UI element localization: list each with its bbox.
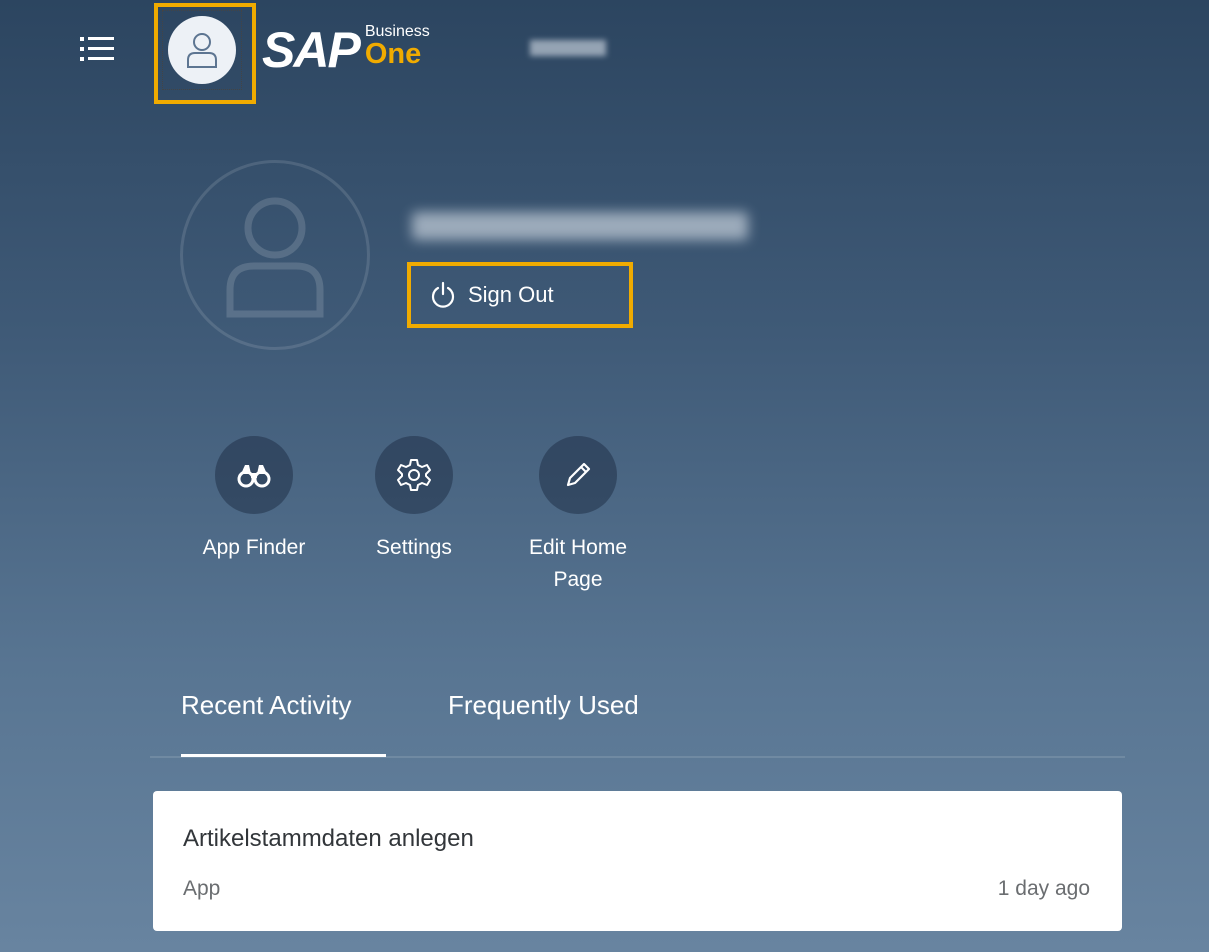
person-icon [187, 33, 217, 68]
settings-label: Settings [376, 536, 452, 559]
activity-tabs: Recent Activity Frequently Used [150, 690, 1125, 758]
sap-business-one-logo: SAP Business One [262, 24, 430, 80]
edit-home-page-button[interactable]: Edit Home Page [522, 436, 634, 596]
power-icon [431, 281, 455, 308]
company-name-redacted [530, 40, 606, 56]
sign-out-label: Sign Out [468, 282, 554, 307]
selected-tab-indicator [181, 754, 386, 757]
logo-sap-text: SAP [262, 22, 361, 78]
profile-avatar [180, 160, 370, 350]
binoculars-icon [237, 465, 271, 488]
user-name-redacted [412, 212, 748, 240]
tab-recent-activity[interactable]: Recent Activity [181, 690, 352, 721]
app-finder-label: App Finder [202, 536, 306, 559]
edit-home-page-label: Edit Home Page [528, 536, 628, 591]
edit-home-page-circle [539, 436, 617, 514]
gear-icon [397, 459, 431, 491]
settings-circle [375, 436, 453, 514]
pencil-icon [566, 462, 591, 487]
sign-out-button[interactable]: Sign Out [412, 266, 628, 324]
app-finder-button[interactable]: App Finder [198, 436, 310, 564]
menu-button[interactable] [78, 33, 118, 65]
tab-frequently-used[interactable]: Frequently Used [448, 690, 639, 721]
settings-button[interactable]: Settings [358, 436, 470, 564]
recent-item-type: App [183, 877, 221, 900]
person-icon [226, 197, 324, 318]
list-icon [80, 37, 114, 61]
recent-item-title: Artikelstammdaten anlegen [183, 825, 474, 852]
recent-item-time: 1 day ago [997, 877, 1090, 900]
user-menu-button[interactable] [168, 16, 236, 84]
recent-activity-item[interactable]: Artikelstammdaten anlegen App 1 day ago [153, 791, 1122, 931]
logo-one-text: One [364, 38, 422, 70]
app-finder-circle [215, 436, 293, 514]
